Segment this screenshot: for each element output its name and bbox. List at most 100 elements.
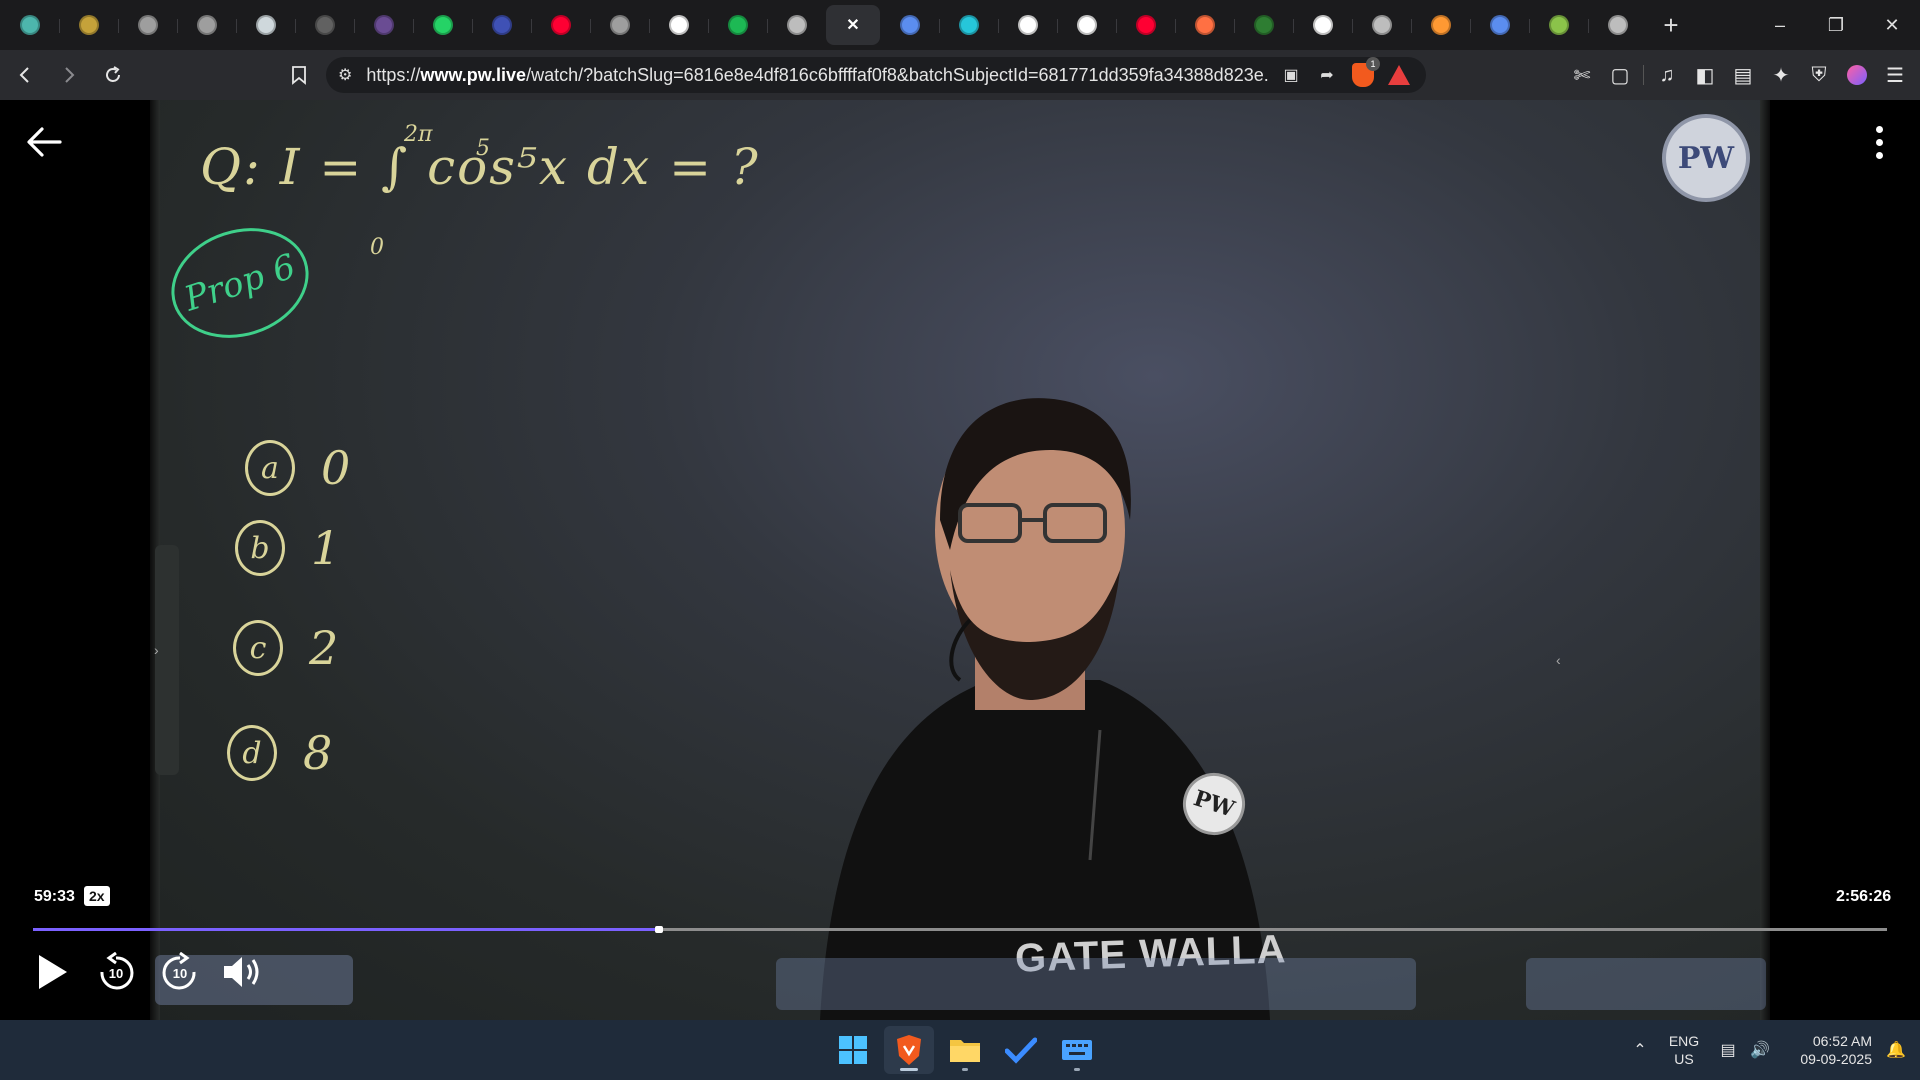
browser-tab[interactable]	[1352, 5, 1411, 45]
browser-tab[interactable]	[118, 5, 177, 45]
forward-10-button[interactable]: 10	[158, 950, 202, 994]
whatsapp-icon	[432, 15, 453, 35]
shield-count-badge: 1	[1366, 57, 1380, 71]
site-settings-icon[interactable]: ⚙	[338, 65, 352, 85]
browser-tab[interactable]	[1175, 5, 1234, 45]
browser-tab[interactable]	[1234, 5, 1293, 45]
rewind-10-button[interactable]: 10	[94, 950, 138, 994]
browser-tab[interactable]	[1411, 5, 1470, 45]
browser-tab[interactable]	[1057, 5, 1116, 45]
google-icon	[668, 15, 689, 35]
browser-tab[interactable]	[472, 5, 531, 45]
right-expand-chevron-icon[interactable]: ‹	[1556, 652, 1561, 668]
browser-tab[interactable]	[1293, 5, 1352, 45]
new-tab-button[interactable]: +	[1651, 5, 1691, 45]
reload-button[interactable]	[94, 56, 132, 94]
browser-tab[interactable]	[880, 5, 939, 45]
cast-icon[interactable]: ▣	[1276, 60, 1306, 90]
option-letter: d	[227, 725, 277, 781]
back-arrow-icon[interactable]	[22, 120, 66, 164]
google-icon	[1017, 15, 1038, 35]
address-bar[interactable]: ⚙ https://www.pw.live/watch/?batchSlug=6…	[326, 57, 1426, 93]
total-duration: 2:56:26	[1836, 888, 1892, 905]
volume-icon	[224, 957, 259, 987]
menu-icon[interactable]: ☰	[1876, 56, 1914, 94]
share-icon[interactable]: ➦	[1312, 60, 1342, 90]
brave-shields-button[interactable]: 1	[1348, 57, 1380, 90]
url-text[interactable]: https://www.pw.live/watch/?batchSlug=681…	[366, 65, 1270, 86]
show-hidden-icons-chevron-icon[interactable]: ⌃	[1624, 1030, 1656, 1070]
profile-avatar-icon[interactable]	[1838, 56, 1876, 94]
answer-option: b1	[235, 520, 340, 576]
youtube-icon	[550, 15, 571, 35]
browser-tab[interactable]	[1116, 5, 1175, 45]
browser-tab[interactable]	[59, 5, 118, 45]
browser-tab[interactable]	[1588, 5, 1647, 45]
integral-lower-limit: 0	[370, 235, 384, 260]
browser-tab[interactable]	[767, 5, 826, 45]
sidebar-icon[interactable]: ◧	[1686, 56, 1724, 94]
play-button[interactable]	[30, 950, 74, 994]
keyboard-taskbar-button[interactable]	[1052, 1026, 1102, 1074]
browser-tab[interactable]	[177, 5, 236, 45]
clock[interactable]: 06:52 AM 09-09-2025	[1776, 1032, 1872, 1068]
language-indicator[interactable]: ENG US	[1656, 1032, 1712, 1068]
browser-tab[interactable]	[354, 5, 413, 45]
browser-tab[interactable]	[590, 5, 649, 45]
browser-tab[interactable]	[1529, 5, 1588, 45]
option-value: 2	[309, 621, 339, 675]
close-window-button[interactable]: ✕	[1864, 0, 1920, 50]
close-icon[interactable]: ✕	[843, 15, 863, 35]
brave-rewards-button[interactable]	[1384, 60, 1414, 90]
browser-tab[interactable]	[531, 5, 590, 45]
network-icon[interactable]: ▤	[1712, 1030, 1744, 1070]
minimize-button[interactable]: –	[1752, 0, 1808, 50]
browser-tab[interactable]	[708, 5, 767, 45]
browser-tab[interactable]	[1470, 5, 1529, 45]
todo-taskbar-button[interactable]	[996, 1026, 1046, 1074]
pw-logo: PW	[1662, 114, 1750, 202]
app-icon	[958, 15, 979, 35]
browser-tab[interactable]	[998, 5, 1057, 45]
playback-speed-badge[interactable]: 2x	[84, 886, 110, 906]
extensions-icon[interactable]: ✄	[1563, 56, 1601, 94]
speaker-icon[interactable]: 🔊	[1744, 1030, 1776, 1070]
browser-toolbar: ⚙ https://www.pw.live/watch/?batchSlug=6…	[0, 50, 1920, 100]
bookmark-button[interactable]	[280, 56, 318, 94]
notification-bell-icon[interactable]: 🔔	[1880, 1030, 1912, 1070]
progress-handle[interactable]	[654, 926, 663, 933]
music-note-icon[interactable]: ♫	[1648, 56, 1686, 94]
option-letter: b	[235, 520, 285, 576]
brave-browser-taskbar-button[interactable]	[884, 1026, 934, 1074]
answer-option: c2	[233, 620, 338, 676]
forward-button[interactable]	[50, 56, 88, 94]
wallet-icon[interactable]: ▤	[1724, 56, 1762, 94]
volume-button[interactable]	[220, 950, 264, 994]
vpn-shield-icon[interactable]: ⛨	[1800, 56, 1838, 94]
teacher-figure	[820, 398, 1270, 1020]
browser-tab[interactable]	[295, 5, 354, 45]
browser-tab[interactable]: ✕	[826, 5, 880, 45]
browser-tab[interactable]	[649, 5, 708, 45]
toolbar-divider	[1643, 65, 1644, 85]
video-player[interactable]: › ‹ Q: I = ∫ cos⁵x dx = ? 2π 0 5 Prop 6 …	[0, 100, 1920, 1020]
start-button[interactable]	[828, 1026, 878, 1074]
restore-button[interactable]: ❐	[1808, 0, 1864, 50]
browser-tab[interactable]	[0, 5, 59, 45]
toolbar-right: ✄ ▢ ♫ ◧ ▤ ✦ ⛨ ☰	[1563, 56, 1914, 94]
chevron-left-icon	[19, 67, 29, 83]
browser-tab[interactable]	[413, 5, 472, 45]
back-button[interactable]	[6, 56, 44, 94]
system-tray: ⌃ ENG US ▤ 🔊 06:52 AM 09-09-2025 🔔	[1624, 1020, 1920, 1080]
folder-icon	[950, 1040, 980, 1062]
file-explorer-taskbar-button[interactable]	[940, 1026, 990, 1074]
more-options-icon[interactable]	[1862, 122, 1896, 162]
progress-bar[interactable]	[33, 926, 1887, 933]
browser-tab[interactable]	[236, 5, 295, 45]
leo-ai-icon[interactable]: ✦	[1762, 56, 1800, 94]
browser-tab[interactable]	[939, 5, 998, 45]
chatgpt-like-icon	[78, 15, 99, 35]
screenshot-icon[interactable]: ▢	[1601, 56, 1639, 94]
spotify-icon	[727, 15, 748, 35]
left-expand-chevron-icon[interactable]: ›	[154, 642, 159, 658]
